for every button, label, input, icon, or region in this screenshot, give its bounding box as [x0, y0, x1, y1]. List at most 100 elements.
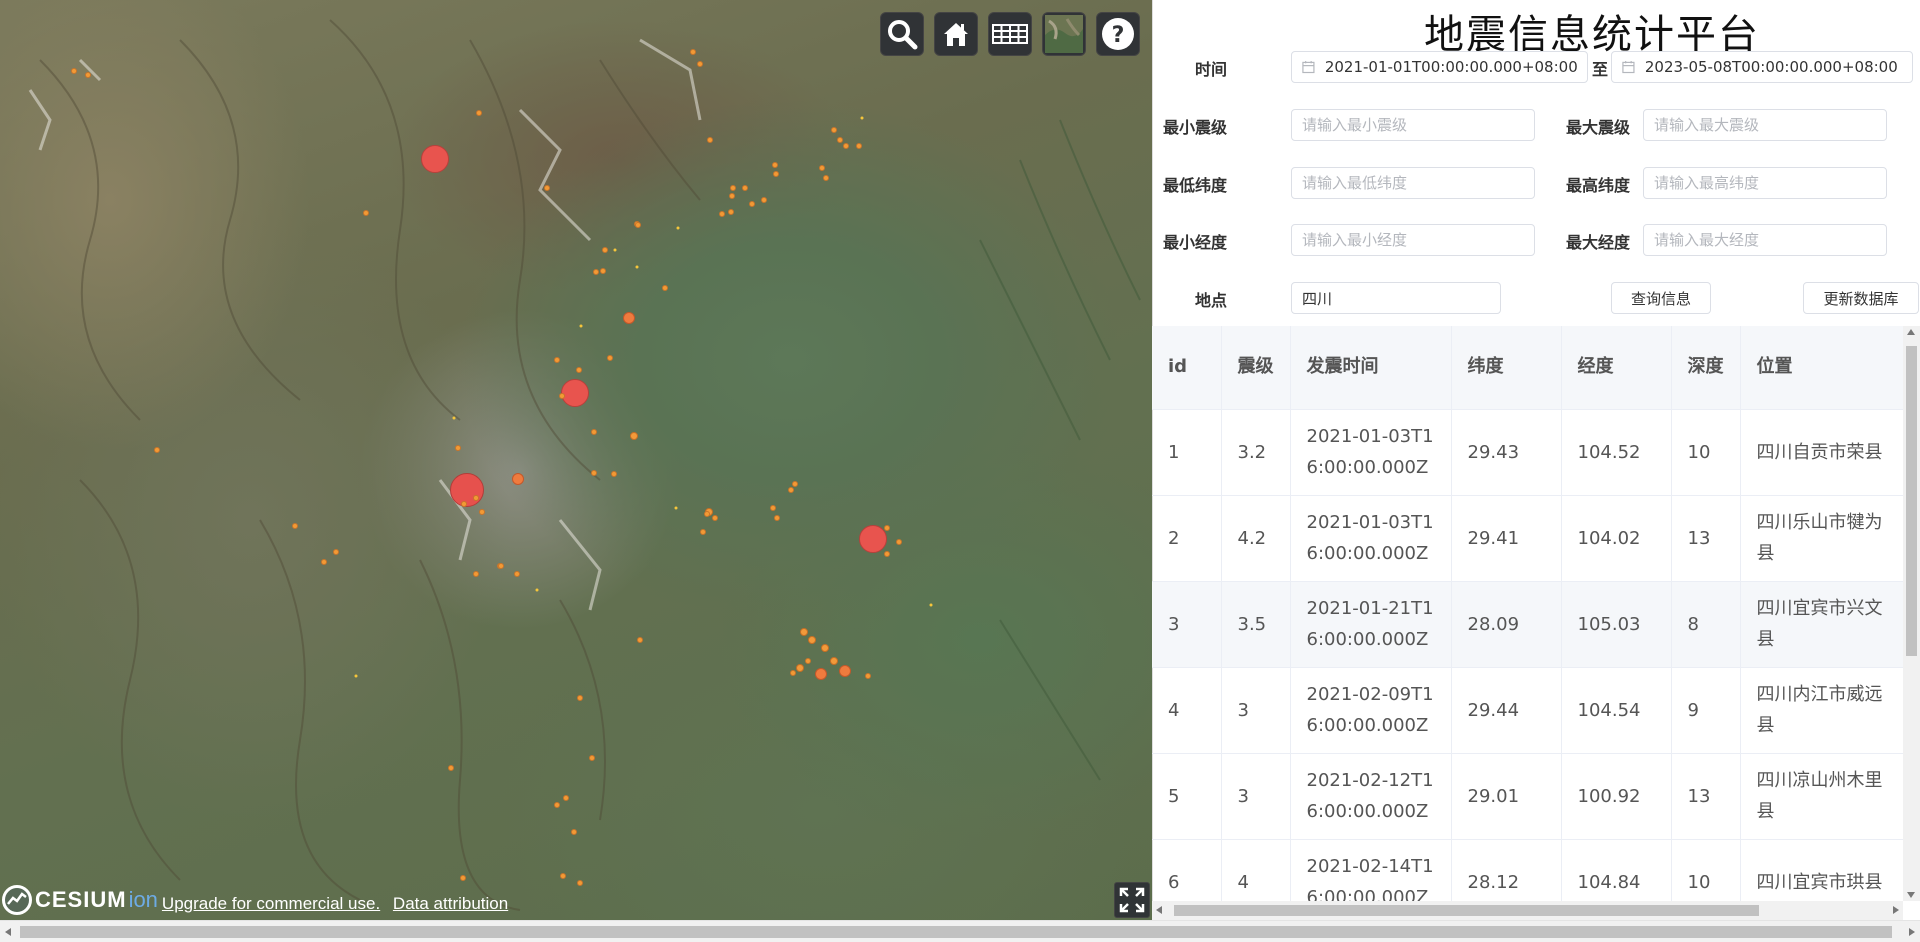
min-magnitude-input[interactable] — [1291, 109, 1535, 141]
fullscreen-button[interactable] — [1114, 882, 1150, 918]
earthquake-marker[interactable] — [630, 432, 638, 440]
earthquake-marker[interactable] — [856, 143, 862, 149]
earthquake-marker[interactable] — [707, 137, 713, 143]
upgrade-link[interactable]: Upgrade for commercial use. — [162, 894, 380, 913]
earthquake-marker[interactable] — [577, 880, 583, 886]
column-header-location[interactable]: 位置 — [1740, 326, 1903, 410]
earthquake-marker[interactable] — [460, 875, 466, 881]
earthquake-marker[interactable] — [448, 765, 454, 771]
earthquake-marker[interactable] — [514, 571, 520, 577]
earthquake-marker[interactable] — [593, 269, 599, 275]
earthquake-marker[interactable] — [790, 670, 796, 676]
earthquake-marker[interactable] — [865, 673, 871, 679]
scroll-right-arrow-icon[interactable] — [1909, 928, 1915, 936]
start-date-picker[interactable] — [1291, 51, 1588, 83]
column-header-time[interactable]: 发震时间 — [1290, 326, 1452, 410]
earthquake-marker[interactable] — [884, 525, 890, 531]
max-longitude-input[interactable] — [1643, 224, 1887, 256]
earthquake-marker[interactable] — [805, 658, 811, 664]
end-date-picker[interactable] — [1611, 51, 1913, 83]
earthquake-marker[interactable] — [589, 755, 595, 761]
earthquake-marker[interactable] — [749, 201, 755, 207]
earthquake-marker[interactable] — [476, 110, 482, 116]
earthquake-marker[interactable] — [333, 549, 339, 555]
earthquake-marker[interactable] — [354, 674, 358, 678]
earthquake-marker[interactable] — [591, 429, 597, 435]
column-header-depth[interactable]: 深度 — [1671, 326, 1741, 410]
earthquake-marker[interactable] — [607, 355, 613, 361]
earthquake-marker[interactable] — [600, 268, 606, 274]
earthquake-marker[interactable] — [561, 379, 589, 407]
earthquake-marker[interactable] — [85, 72, 91, 78]
table-horizontal-scrollbar[interactable] — [1152, 901, 1903, 920]
earthquake-marker[interactable] — [292, 523, 298, 529]
earthquake-marker[interactable] — [635, 265, 639, 269]
earthquake-marker[interactable] — [821, 644, 829, 652]
earthquake-marker[interactable] — [613, 248, 617, 252]
start-date-input[interactable] — [1324, 58, 1577, 76]
earthquake-marker[interactable] — [837, 137, 843, 143]
earthquake-marker[interactable] — [800, 628, 808, 636]
scroll-up-arrow-icon[interactable] — [1907, 329, 1915, 335]
column-header-latitude[interactable]: 纬度 — [1451, 326, 1562, 410]
earthquake-marker[interactable] — [576, 367, 582, 373]
earthquake-marker[interactable] — [674, 506, 678, 510]
earthquake-marker[interactable] — [512, 473, 524, 485]
earthquake-marker[interactable] — [819, 165, 825, 171]
earthquake-marker[interactable] — [839, 665, 851, 677]
scroll-left-arrow-icon[interactable] — [1156, 906, 1162, 914]
end-date-input[interactable] — [1644, 58, 1902, 76]
earthquake-marker[interactable] — [773, 171, 779, 177]
table-row[interactable]: 2 4.2 2021-01-03T16:00:00.000Z 29.41 104… — [1152, 495, 1903, 582]
table-row[interactable]: 3 3.5 2021-01-21T16:00:00.000Z 28.09 105… — [1152, 581, 1903, 668]
earthquake-marker[interactable] — [843, 143, 849, 149]
earthquake-marker[interactable] — [700, 529, 706, 535]
column-header-id[interactable]: id — [1152, 326, 1222, 410]
earthquake-marker[interactable] — [579, 324, 583, 328]
earthquake-marker[interactable] — [455, 445, 461, 451]
earthquake-marker[interactable] — [815, 668, 827, 680]
earthquake-marker[interactable] — [788, 487, 794, 493]
data-attribution-link[interactable]: Data attribution — [393, 894, 508, 913]
earthquake-marker[interactable] — [823, 175, 829, 181]
table-row[interactable]: 1 3.2 2021-01-03T16:00:00.000Z 29.43 104… — [1152, 409, 1903, 496]
earthquake-marker[interactable] — [772, 162, 778, 168]
earthquake-marker[interactable] — [729, 193, 735, 199]
base-layer-picker-button[interactable] — [1042, 12, 1086, 56]
earthquake-marker[interactable] — [704, 511, 710, 517]
earthquake-marker[interactable] — [676, 226, 680, 230]
column-header-longitude[interactable]: 经度 — [1561, 326, 1672, 410]
earthquake-marker[interactable] — [831, 127, 837, 133]
earthquake-marker[interactable] — [637, 637, 643, 643]
earthquake-marker[interactable] — [742, 185, 748, 191]
earthquake-marker[interactable] — [554, 802, 560, 808]
earthquake-marker[interactable] — [635, 222, 641, 228]
update-database-button[interactable]: 更新数据库 — [1803, 282, 1919, 314]
min-latitude-input[interactable] — [1291, 167, 1535, 199]
scroll-left-arrow-icon[interactable] — [5, 928, 11, 936]
earthquake-marker[interactable] — [792, 481, 798, 487]
earthquake-marker[interactable] — [623, 312, 635, 324]
earthquake-marker[interactable] — [884, 551, 890, 557]
globe-map-view[interactable]: ? CESIUM ion Upgrade for commercial use.… — [0, 0, 1152, 920]
earthquake-marker[interactable] — [690, 49, 696, 55]
scrollbar-thumb[interactable] — [20, 926, 1892, 938]
min-longitude-input[interactable] — [1291, 224, 1535, 256]
earthquake-marker[interactable] — [560, 873, 566, 879]
earthquake-marker[interactable] — [662, 285, 668, 291]
table-row[interactable]: 5 3 2021-02-12T16:00:00.000Z 29.01 100.9… — [1152, 753, 1903, 840]
earthquake-marker[interactable] — [796, 664, 804, 672]
scroll-right-arrow-icon[interactable] — [1893, 906, 1899, 914]
earthquake-marker[interactable] — [554, 357, 560, 363]
page-horizontal-scrollbar[interactable] — [0, 920, 1920, 942]
earthquake-marker[interactable] — [473, 571, 479, 577]
home-button[interactable] — [934, 12, 978, 56]
earthquake-marker[interactable] — [571, 829, 577, 835]
table-row[interactable]: 4 3 2021-02-09T16:00:00.000Z 29.44 104.5… — [1152, 667, 1903, 754]
help-button[interactable]: ? — [1096, 12, 1140, 56]
earthquake-marker[interactable] — [563, 795, 569, 801]
earthquake-marker[interactable] — [728, 209, 734, 215]
earthquake-marker[interactable] — [774, 515, 780, 521]
max-magnitude-input[interactable] — [1643, 109, 1887, 141]
table-vertical-scrollbar[interactable] — [1903, 326, 1920, 901]
